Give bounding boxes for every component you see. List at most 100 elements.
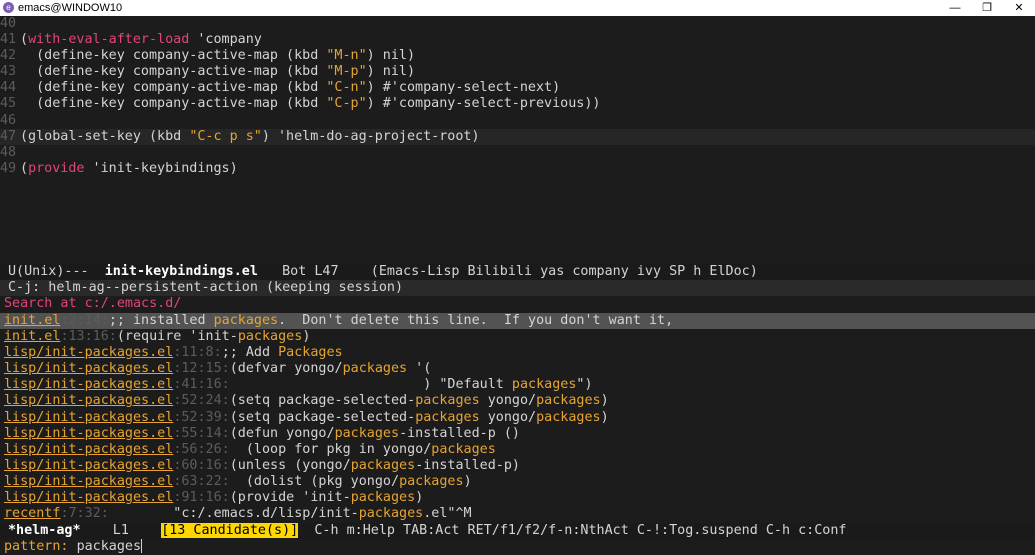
line-number: 40 xyxy=(0,16,17,31)
result-text: ) xyxy=(463,473,472,489)
result-location: :13:16: xyxy=(60,329,117,345)
match-highlight: packages xyxy=(358,506,424,522)
code-line[interactable]: 45 (define-key company-active-map (kbd "… xyxy=(0,96,1035,112)
result-text: (require 'init- xyxy=(116,329,238,345)
result-file-link[interactable]: lisp/init-packages.el xyxy=(4,474,173,489)
code-token: (define-key company-active-map (kbd xyxy=(20,80,327,96)
helm-result-row[interactable]: lisp/init-packages.el:11:8:;; Add Packag… xyxy=(0,345,1035,361)
code-token: ) #'company-select-previous)) xyxy=(366,96,601,112)
line-number: 46 xyxy=(0,112,17,128)
code-line[interactable]: 42 (define-key company-active-map (kbd "… xyxy=(0,48,1035,64)
code-line[interactable]: 43 (define-key company-active-map (kbd "… xyxy=(0,64,1035,80)
helm-result-row[interactable]: lisp/init-packages.el:56:26: (loop for p… xyxy=(0,442,1035,458)
result-file-link[interactable]: lisp/init-packages.el xyxy=(4,458,173,473)
emacs-icon: e xyxy=(3,2,14,13)
result-location: :41:16: xyxy=(173,377,230,393)
result-text: . Don't delete this line. If you don't w… xyxy=(278,313,674,328)
result-text: (provide 'init- xyxy=(229,490,351,506)
result-text: (setq package-selected- xyxy=(229,409,416,425)
code-token: ) #'company-select-next) xyxy=(366,80,561,96)
result-file-link[interactable]: lisp/init-packages.el xyxy=(4,426,173,441)
code-line[interactable]: 47 (global-set-key (kbd "C-c p s") 'helm-… xyxy=(0,128,1035,145)
result-file-link[interactable]: lisp/init-packages.el xyxy=(4,410,173,425)
result-file-link[interactable]: init.el xyxy=(4,313,60,328)
minibuffer[interactable]: pattern: packages xyxy=(0,539,1035,555)
helm-result-row[interactable]: lisp/init-packages.el:63:22: (dolist (pk… xyxy=(0,474,1035,490)
result-text: ) xyxy=(600,393,609,409)
result-file-link[interactable]: lisp/init-packages.el xyxy=(4,345,173,360)
match-highlight: packages xyxy=(415,409,480,425)
helm-result-row[interactable]: recentf:7:32: "c:/.emacs.d/lisp/init-pac… xyxy=(0,506,1035,522)
result-text: (dolist (pkg yongo/ xyxy=(229,473,400,489)
result-file-link[interactable]: lisp/init-packages.el xyxy=(4,490,173,505)
candidate-count-badge: [13 Candidate(s)] xyxy=(161,523,299,538)
code-line[interactable]: 46 xyxy=(0,113,1035,129)
result-text: -installed-p) xyxy=(415,457,520,473)
result-text: ") xyxy=(576,377,593,393)
match-highlight: packages xyxy=(399,473,464,489)
match-highlight: packages xyxy=(431,441,496,457)
code-line[interactable]: 49 (provide 'init-keybindings) xyxy=(0,161,1035,177)
result-location: :63:22: xyxy=(173,473,230,489)
code-line[interactable]: 44 (define-key company-active-map (kbd "… xyxy=(0,80,1035,96)
code-token: ( xyxy=(20,160,29,176)
match-highlight: packages xyxy=(536,393,601,409)
code-token: "C-c p s" xyxy=(189,128,262,144)
result-location: :11:8: xyxy=(173,345,222,361)
helm-result-row[interactable]: init.el:2:14:;; installed packages. Don'… xyxy=(0,313,1035,330)
result-text: -installed-p () xyxy=(399,425,520,441)
result-text: "c:/.emacs.d/lisp/init- xyxy=(108,506,359,522)
helm-result-row[interactable]: lisp/init-packages.el:41:16: ) "Default … xyxy=(0,377,1035,393)
code-token: ( xyxy=(20,32,29,48)
match-highlight: packages xyxy=(350,490,416,506)
helm-result-row[interactable]: lisp/init-packages.el:52:24:(setq packag… xyxy=(0,393,1035,409)
code-token: "M-p" xyxy=(326,64,367,80)
line-number: 43 xyxy=(0,64,17,80)
result-file-link[interactable]: lisp/init-packages.el xyxy=(4,361,173,376)
result-text: ;; installed xyxy=(108,313,214,328)
line-number: 48 xyxy=(0,144,17,160)
editor-buffer[interactable]: 40 41 (with-eval-after-load 'company 42 (de… xyxy=(0,16,1035,264)
result-file-link[interactable]: lisp/init-packages.el xyxy=(4,393,173,408)
code-token: (define-key company-active-map (kbd xyxy=(20,48,327,64)
code-line[interactable]: 40 xyxy=(0,16,1035,32)
helm-result-row[interactable]: lisp/init-packages.el:12:15:(defvar yong… xyxy=(0,361,1035,377)
match-highlight: packages xyxy=(237,329,303,345)
match-highlight: Packages xyxy=(278,345,343,361)
result-location: :2:14: xyxy=(60,313,109,328)
match-highlight: packages xyxy=(342,361,408,377)
code-token: "C-n" xyxy=(326,80,367,96)
helm-result-row[interactable]: lisp/init-packages.el:52:39:(setq packag… xyxy=(0,410,1035,426)
code-token: ) nil) xyxy=(366,64,416,80)
result-file-link[interactable]: lisp/init-packages.el xyxy=(4,377,173,392)
helm-buffer-name: *helm-ag* xyxy=(8,523,81,538)
helm-result-row[interactable]: lisp/init-packages.el:60:16:(unless (yon… xyxy=(0,458,1035,474)
match-highlight: packages xyxy=(511,377,577,393)
title-bar: e emacs@WINDOW10 — ❐ ✕ xyxy=(0,0,1035,16)
helm-result-row[interactable]: lisp/init-packages.el:55:14:(defun yongo… xyxy=(0,426,1035,442)
helm-result-row[interactable]: lisp/init-packages.el:91:16:(provide 'in… xyxy=(0,490,1035,506)
search-pattern-input[interactable]: packages xyxy=(77,539,142,554)
result-file-link[interactable]: init.el xyxy=(4,329,60,344)
helm-results-list[interactable]: init.el:2:14:;; installed packages. Don'… xyxy=(0,313,1035,522)
mode-line-info: Bot L47 (Emacs-Lisp Bilibili yas company… xyxy=(257,264,758,279)
code-token: with-eval-after-load xyxy=(28,32,190,48)
helm-result-row[interactable]: init.el:13:16:(require 'init-packages) xyxy=(0,329,1035,345)
mode-line: U(Unix)--- init-keybindings.el Bot L47 (… xyxy=(0,264,1035,280)
result-text: .el"^M xyxy=(423,506,472,522)
code-token: provide xyxy=(28,160,85,176)
code-line[interactable]: 48 xyxy=(0,145,1035,161)
code-token: "C-p" xyxy=(326,96,367,112)
code-token: 'company xyxy=(189,32,262,48)
code-line[interactable]: 41 (with-eval-after-load 'company xyxy=(0,32,1035,48)
helm-key-hints: C-h m:Help TAB:Act RET/f1/f2/f-n:NthAct … xyxy=(298,523,847,538)
result-location: :55:14: xyxy=(173,425,230,441)
maximize-button[interactable]: ❐ xyxy=(971,0,1003,16)
close-button[interactable]: ✕ xyxy=(1003,0,1035,16)
minimize-button[interactable]: — xyxy=(939,0,971,16)
result-location: :12:15: xyxy=(173,361,230,377)
result-file-link[interactable]: lisp/init-packages.el xyxy=(4,442,173,457)
result-file-link[interactable]: recentf xyxy=(4,506,60,521)
code-token: ) 'helm-do-ag-project-root) xyxy=(261,128,480,144)
text-cursor xyxy=(141,539,143,553)
